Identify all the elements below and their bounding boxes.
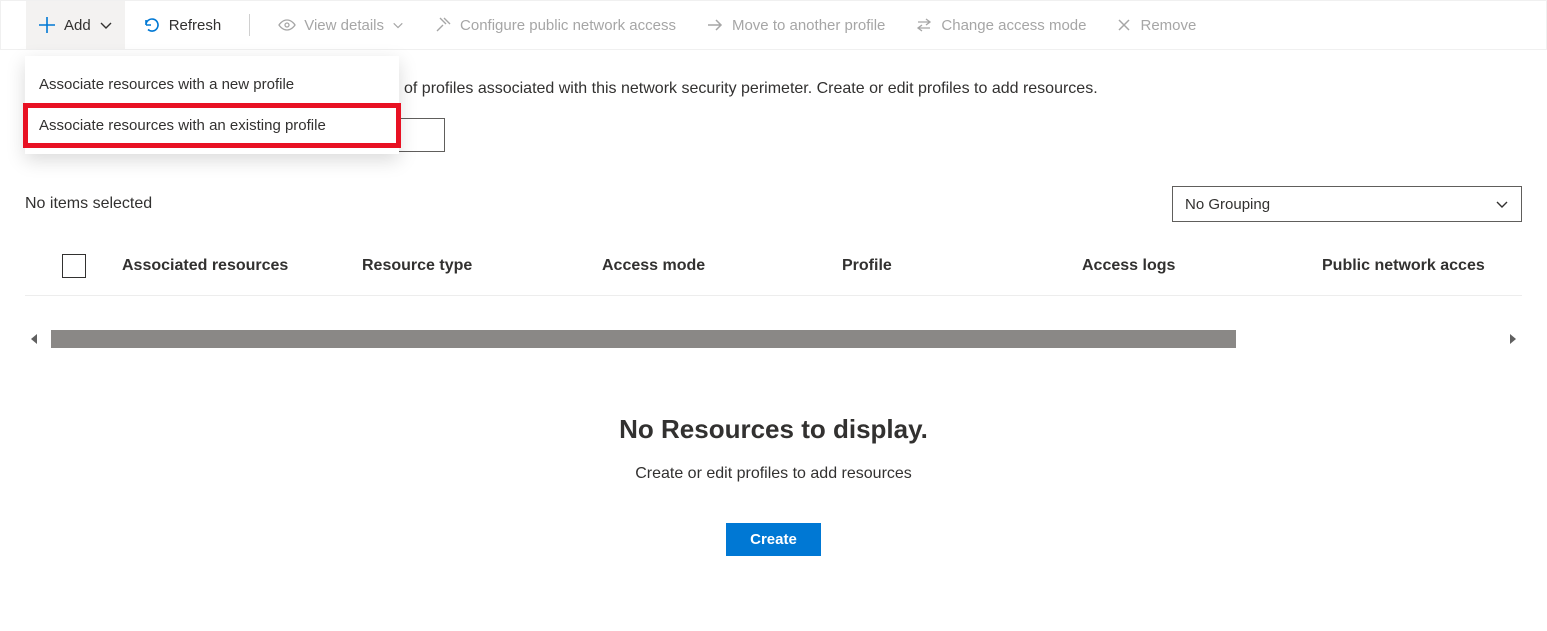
create-button-label: Create	[750, 531, 797, 548]
swap-icon	[915, 16, 933, 34]
chevron-down-icon	[392, 19, 404, 31]
column-resource-type[interactable]: Resource type	[362, 257, 602, 275]
move-profile-button: Move to another profile	[694, 1, 897, 49]
dropdown-item-label: Associate resources with a new profile	[39, 76, 294, 93]
empty-state: No Resources to display. Create or edit …	[25, 414, 1522, 556]
eye-icon	[278, 16, 296, 34]
configure-network-button: Configure public network access	[422, 1, 688, 49]
column-public-network[interactable]: Public network acces	[1322, 257, 1522, 275]
configure-label: Configure public network access	[460, 17, 676, 34]
chevron-down-icon	[1495, 197, 1509, 211]
select-all-checkbox[interactable]	[62, 254, 86, 278]
column-associated-resources[interactable]: Associated resources	[122, 257, 362, 275]
change-mode-label: Change access mode	[941, 17, 1086, 34]
page-description: of profiles associated with this network…	[404, 80, 1224, 98]
table-header: Associated resources Resource type Acces…	[25, 236, 1522, 296]
close-icon	[1116, 17, 1132, 33]
empty-subtitle: Create or edit profiles to add resources	[25, 465, 1522, 483]
remove-button: Remove	[1104, 1, 1208, 49]
add-dropdown: Associate resources with a new profile A…	[25, 56, 399, 154]
grouping-dropdown[interactable]: No Grouping	[1172, 186, 1522, 222]
view-details-label: View details	[304, 17, 384, 34]
scroll-left-arrow[interactable]	[25, 332, 43, 346]
view-details-button: View details	[266, 1, 416, 49]
dropdown-item-new-profile[interactable]: Associate resources with a new profile	[25, 64, 399, 105]
create-button[interactable]: Create	[726, 523, 821, 556]
grouping-value: No Grouping	[1185, 196, 1270, 213]
column-access-mode[interactable]: Access mode	[602, 257, 842, 275]
dropdown-item-existing-profile[interactable]: Associate resources with an existing pro…	[25, 105, 399, 146]
add-label: Add	[64, 17, 91, 34]
dropdown-item-label: Associate resources with an existing pro…	[39, 117, 326, 134]
plus-icon	[38, 16, 56, 34]
add-button[interactable]: Add	[26, 1, 125, 49]
refresh-button[interactable]: Refresh	[131, 1, 234, 49]
refresh-icon	[143, 16, 161, 34]
empty-title: No Resources to display.	[25, 414, 1522, 445]
refresh-label: Refresh	[169, 17, 222, 34]
plug-icon	[434, 16, 452, 34]
scrollbar-track[interactable]	[51, 330, 1496, 348]
column-access-logs[interactable]: Access logs	[1082, 257, 1322, 275]
command-bar: Add Refresh View details Configure publi…	[0, 0, 1547, 50]
arrow-right-icon	[706, 16, 724, 34]
change-mode-button: Change access mode	[903, 1, 1098, 49]
horizontal-scrollbar[interactable]	[25, 324, 1522, 354]
scrollbar-thumb[interactable]	[51, 330, 1236, 348]
move-label: Move to another profile	[732, 17, 885, 34]
remove-label: Remove	[1140, 17, 1196, 34]
column-profile[interactable]: Profile	[842, 257, 1082, 275]
toolbar-separator	[249, 14, 250, 36]
chevron-down-icon	[99, 18, 113, 32]
scroll-right-arrow[interactable]	[1504, 332, 1522, 346]
selection-status: No items selected	[25, 195, 152, 213]
